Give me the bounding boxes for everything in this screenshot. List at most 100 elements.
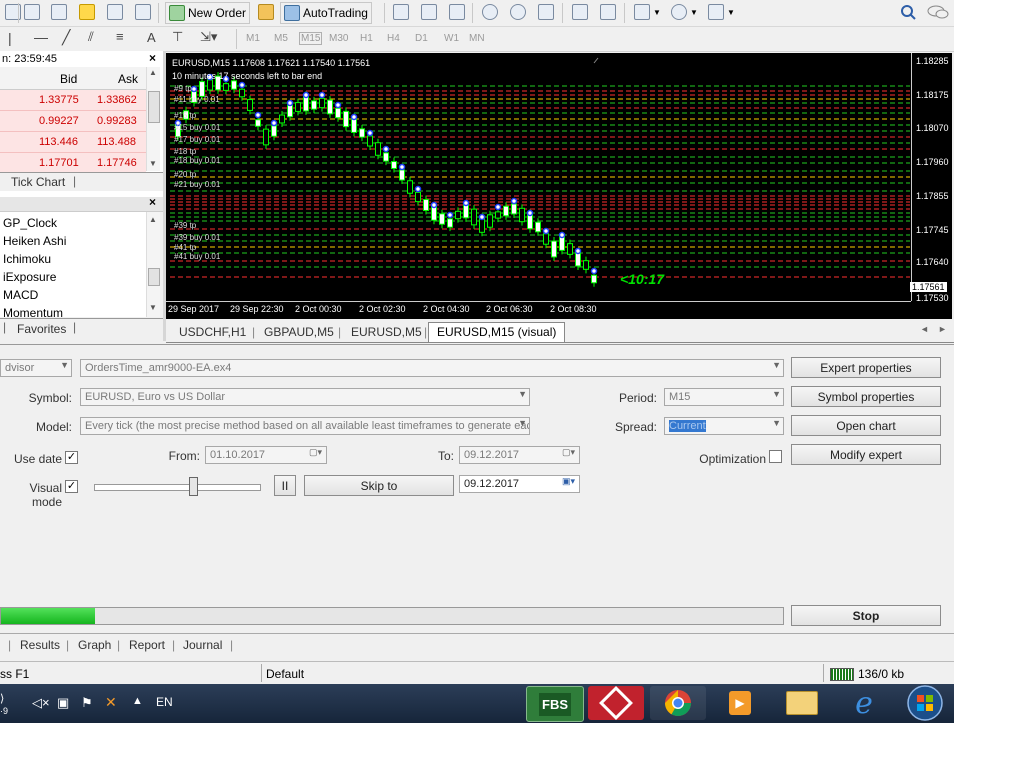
tile-windows-icon[interactable] [535,2,557,22]
navigator-item[interactable]: iExposure [3,270,56,284]
navigator-item[interactable]: Momentum [3,306,63,317]
bar-chart-icon[interactable] [390,2,412,22]
speed-slider-thumb[interactable] [189,477,198,496]
tab-favorites[interactable]: Favorites [17,322,66,336]
stop-button[interactable]: Stop [791,605,941,626]
navigator-item[interactable]: Heiken Ashi [3,234,66,248]
skip-to-button[interactable]: Skip to [304,475,454,496]
fibonacci-icon[interactable]: ≡ [116,29,124,44]
model-select[interactable]: Every tick (the most precise method base… [80,417,530,435]
from-date-field[interactable]: 01.10.2017 ▢▾ [205,446,327,464]
modify-expert-button[interactable]: Modify expert [791,444,941,465]
taskbar-chrome-app[interactable] [650,686,706,720]
network-icon[interactable]: ▣ [57,695,69,711]
channel-icon[interactable]: ⫽ [88,29,94,45]
periods-clock-icon[interactable]: ▼ [668,2,701,22]
optimization-checkbox[interactable] [769,450,782,463]
visual-mode-checkbox[interactable]: ✓ [65,480,78,493]
taskbar-ie-app[interactable]: e [836,686,892,721]
horizontal-line-icon[interactable]: — [34,29,48,45]
tab-journal[interactable]: Journal [183,638,222,652]
tab-report[interactable]: Report [129,638,165,652]
expert-file-select[interactable]: OrdersTime_amr9000-EA.ex4 ▼ [80,359,784,377]
chart-tab[interactable]: GBPAUD,M5 [264,325,334,339]
to-date-field[interactable]: 09.12.2017 ▢▾ [459,446,580,464]
timeframe-w1[interactable]: W1 [444,33,459,44]
candlestick-icon[interactable] [418,2,440,22]
tester-mode-select[interactable]: dvisor ▼ [0,359,72,377]
scroll-thumb[interactable] [148,91,160,123]
tab-scroll-right-icon[interactable]: ► [938,324,947,334]
tab-tick-chart[interactable]: Tick Chart [11,175,65,189]
taskbar-fbs-app[interactable]: FBS [526,686,584,722]
navigator-close-icon[interactable]: × [149,195,156,209]
indicators-icon[interactable]: ▼ [631,2,664,22]
symbol-select[interactable]: EURUSD, Euro vs US Dollar ▼ [80,388,530,406]
chart-tab[interactable]: USDCHF,H1 [179,325,246,339]
chart-tab[interactable]: EURUSD,M5 [351,325,422,339]
pause-button[interactable]: II [274,475,296,496]
tab-scroll-left-icon[interactable]: ◄ [920,324,929,334]
auto-scroll-icon[interactable] [569,2,591,22]
scroll-down-icon[interactable]: ▼ [149,159,157,168]
new-order-button[interactable]: New Order [165,2,251,24]
timeframe-m5[interactable]: M5 [274,33,288,44]
taskbar-red-app[interactable] [588,686,644,720]
timeframe-h1[interactable]: H1 [360,33,373,44]
speed-slider-track[interactable] [94,484,261,491]
text-icon[interactable]: A [147,30,156,45]
tray-indicator-icon[interactable]: ⟩ [0,692,4,705]
zoom-in-icon[interactable] [479,2,501,22]
quote-row[interactable]: 0.99227 0.99283 [0,111,146,132]
symbol-properties-button[interactable]: Symbol properties [791,386,941,407]
navigator-item[interactable]: MACD [3,288,38,302]
templates-icon[interactable]: ▼ [705,2,738,22]
navigator-item[interactable]: Ichimoku [3,252,51,266]
chat-icon[interactable] [924,2,952,22]
line-chart-icon[interactable] [446,2,468,22]
scroll-thumb[interactable] [148,268,160,286]
scroll-down-icon[interactable]: ▼ [149,303,157,312]
timeframe-m30[interactable]: M30 [329,33,348,44]
language-indicator[interactable]: EN [156,695,173,709]
metaeditor-icon[interactable] [255,2,277,22]
vertical-line-icon[interactable]: | [8,30,12,46]
ask-column-header[interactable]: Ask [118,72,138,86]
calendar-icon[interactable]: ▢▾ [309,447,322,458]
show-hidden-icons-icon[interactable]: ▲ [132,695,143,707]
scroll-up-icon[interactable]: ▲ [149,215,157,224]
chart-shift-icon[interactable] [597,2,619,22]
timeframe-mn[interactable]: MN [469,33,485,44]
navigator-scrollbar[interactable]: ▲ ▼ [146,212,160,317]
skip-to-date-field[interactable]: 09.12.2017 ▣▾ [459,475,580,493]
price-chart[interactable]: EURUSD,M15 1.17608 1.17621 1.17540 1.175… [166,53,952,319]
action-center-flag-icon[interactable]: ⚑ [81,695,93,711]
favorites-star-icon[interactable] [76,2,98,22]
market-watch-icon[interactable] [104,2,126,22]
spread-select[interactable]: Current ▼ [664,417,784,435]
open-chart-button[interactable]: Open chart [791,415,941,436]
search-icon[interactable] [897,2,919,22]
tab-results[interactable]: Results [20,638,60,652]
timeframe-d1[interactable]: D1 [415,33,428,44]
taskbar-explorer-app[interactable] [774,686,830,720]
navigator-icon[interactable] [132,2,154,22]
text-label-icon[interactable]: ⊤ [172,29,183,45]
market-watch-close-icon[interactable]: × [149,51,156,65]
use-date-checkbox[interactable]: ✓ [65,451,78,464]
quote-row[interactable]: 1.33775 1.33862 [0,90,146,111]
chart-tab-active[interactable]: EURUSD,M15 (visual) [428,322,566,342]
trendline-icon[interactable]: ╱ [62,29,70,46]
volume-mute-icon[interactable]: ◁× [32,695,50,711]
tab-graph[interactable]: Graph [78,638,111,652]
tray-app-icon[interactable]: ✕ [105,694,117,711]
scroll-up-icon[interactable]: ▲ [149,68,157,77]
timeframe-h4[interactable]: H4 [387,33,400,44]
market-watch-scrollbar[interactable]: ▲ ▼ [146,67,160,171]
navigator-item[interactable]: GP_Clock [3,216,57,230]
autotrading-button[interactable]: AutoTrading [280,2,372,24]
arrows-icon[interactable]: ⇲▾ [200,29,217,45]
taskbar-media-app[interactable]: ▶ [712,686,768,720]
period-select[interactable]: M15 ▼ [664,388,784,406]
expert-properties-button[interactable]: Expert properties [791,357,941,378]
